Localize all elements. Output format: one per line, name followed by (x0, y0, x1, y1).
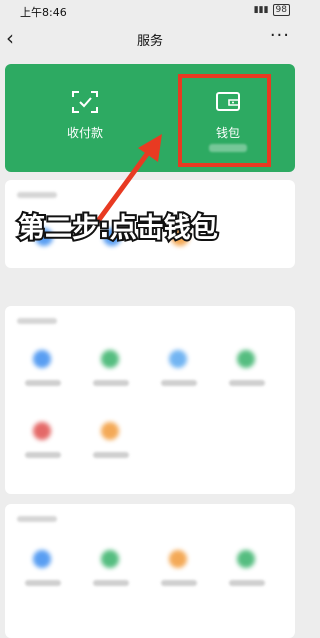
battery-icon: 98 (272, 4, 290, 16)
service-label-blurred (161, 580, 197, 586)
service-label-blurred (93, 452, 129, 458)
section-title-blurred (17, 192, 57, 198)
nav-bar: ‹ 服务 ··· (0, 22, 300, 56)
service-section-3 (5, 504, 295, 638)
receive-pay-button[interactable]: 收付款 (15, 64, 155, 172)
section-title-blurred (17, 516, 57, 522)
service-label-blurred (25, 380, 61, 386)
signal-icon: ▮▮▮ (253, 5, 269, 15)
receive-pay-label: 收付款 (66, 126, 103, 140)
scan-frame-icon (71, 90, 99, 114)
service-label-blurred (229, 380, 265, 386)
page-title: 服务 (136, 34, 163, 49)
service-label-blurred (229, 580, 265, 586)
service-icon[interactable] (33, 550, 51, 568)
service-label-blurred (25, 452, 61, 458)
service-icon[interactable] (237, 550, 255, 568)
wallet-highlight-box (178, 74, 271, 167)
service-label-blurred (93, 380, 129, 386)
status-icons: ▮▮▮ 98 (254, 4, 290, 16)
service-icon[interactable] (101, 350, 119, 368)
service-icon[interactable] (33, 422, 51, 440)
service-label-blurred (25, 580, 61, 586)
service-icon[interactable] (33, 350, 51, 368)
service-icon[interactable] (169, 550, 187, 568)
status-time: 上午8:46 (20, 6, 67, 19)
service-icon[interactable] (237, 350, 255, 368)
service-section-2 (5, 306, 295, 494)
service-icon[interactable] (101, 550, 119, 568)
more-icon[interactable]: ··· (270, 24, 290, 48)
step-annotation-text: 第二步:点击钱包 (16, 211, 220, 246)
status-bar: 上午8:46 ▮▮▮ 98 (0, 0, 300, 22)
service-icon[interactable] (169, 350, 187, 368)
service-icon[interactable] (101, 422, 119, 440)
section-title-blurred (17, 318, 57, 324)
service-label-blurred (93, 580, 129, 586)
service-label-blurred (161, 380, 197, 386)
